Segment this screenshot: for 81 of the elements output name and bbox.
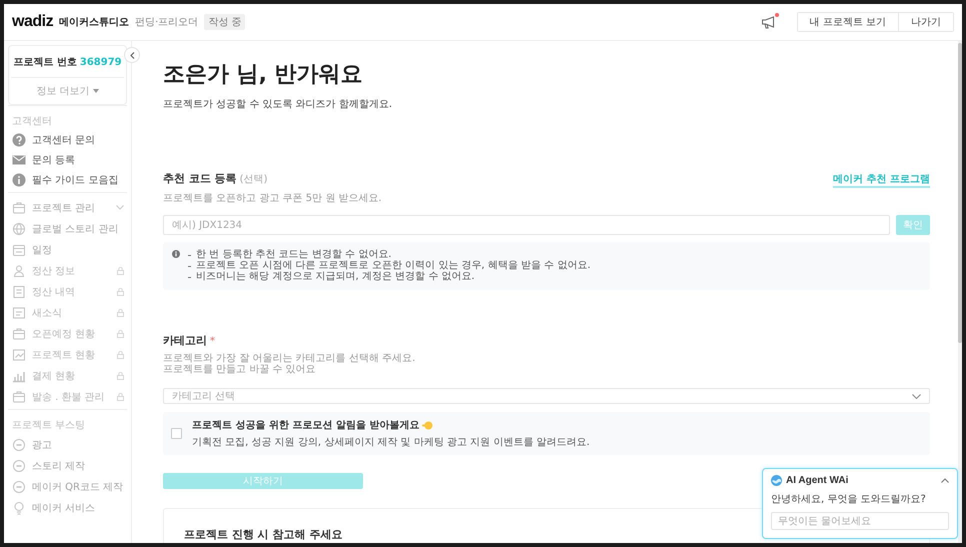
lock-icon bbox=[117, 308, 124, 316]
section-description: 프로젝트를 오픈하고 광고 쿠폰 5만 원 받으세요. bbox=[163, 193, 383, 204]
program-link[interactable]: 메이커 추천 프로그램 bbox=[833, 172, 930, 188]
scrollbar[interactable] bbox=[958, 43, 962, 343]
notice-text: 한 번 등록한 추천 코드는 변경할 수 없어요. bbox=[196, 250, 392, 260]
sidebar-item[interactable]: 정산 내역 bbox=[8, 281, 127, 302]
lock-icon bbox=[117, 330, 124, 338]
sidebar-item[interactable]: 스토리 제작 bbox=[8, 455, 127, 476]
sidebar-item[interactable]: 새소식 bbox=[8, 302, 127, 323]
sidebar-item[interactable]: 프로젝트 현황 bbox=[8, 344, 127, 365]
section-title: 고객센터 bbox=[11, 115, 53, 129]
sidebar-item[interactable]: 프로젝트 관리 bbox=[8, 197, 127, 218]
collapse-icon[interactable] bbox=[941, 478, 949, 483]
header-button[interactable]: 나가기 bbox=[898, 13, 953, 31]
section-heading: 카테고리 bbox=[163, 333, 207, 348]
globe-icon bbox=[12, 222, 26, 236]
project-number: 368979 bbox=[80, 56, 122, 68]
square-icon bbox=[12, 306, 26, 320]
sidebar-item[interactable]: 광고 bbox=[8, 434, 127, 455]
notice-text: 프로젝트 오픈 시점에 다른 프로젝트로 오픈한 이력이 있는 경우, 혜택을 받을 수 없어요. bbox=[196, 261, 591, 271]
mail-icon bbox=[12, 153, 26, 167]
box-icon bbox=[12, 326, 26, 340]
circle-icon bbox=[12, 480, 26, 494]
project-type: 펀딩·프리오더 bbox=[135, 16, 198, 29]
info-icon bbox=[172, 250, 180, 258]
studio-name: 메이커스튜디오 bbox=[59, 16, 130, 29]
lock-icon bbox=[117, 288, 124, 296]
required-mark: * bbox=[210, 336, 215, 347]
optional-label: (선택) bbox=[240, 173, 268, 186]
chart-icon bbox=[12, 348, 26, 362]
info-icon bbox=[12, 173, 26, 187]
checkbox[interactable] bbox=[171, 428, 182, 439]
calendar-icon bbox=[12, 242, 26, 256]
sidebar-item[interactable]: 고객센터 문의 bbox=[8, 130, 127, 150]
category-select[interactable]: 카테고리 선택 bbox=[163, 388, 930, 404]
sidebar-item[interactable]: 필수 가이드 모음집 bbox=[8, 170, 127, 190]
sidebar-item[interactable]: 메이커 QR코드 제작 bbox=[8, 476, 127, 497]
box-icon bbox=[12, 200, 26, 214]
lock-icon bbox=[117, 392, 124, 400]
sidebar-item[interactable]: 발송 . 환불 관리 bbox=[8, 386, 127, 407]
sidebar-item[interactable]: 결제 현황 bbox=[8, 365, 127, 386]
sidebar-item[interactable]: 오픈예정 현황 bbox=[8, 323, 127, 344]
section-title: 프로젝트 부스팅 bbox=[11, 419, 86, 433]
sidebar-item[interactable]: 정산 정보 bbox=[8, 260, 127, 281]
chevron-icon bbox=[912, 394, 921, 398]
section-description: 프로젝트와 가장 잘 어울리는 카테고리를 선택해 주세요. 프로젝트를 만들고 바꿀 수 있어요 bbox=[163, 353, 416, 375]
subtitle: 프로젝트가 성공할 수 있도록 와디즈가 함께할게요. bbox=[163, 98, 394, 111]
lock-icon bbox=[117, 350, 124, 358]
logo[interactable]: wadiz bbox=[12, 13, 54, 31]
sidebar-item[interactable]: 문의 등록 bbox=[8, 150, 127, 170]
person-icon bbox=[12, 264, 26, 278]
sidebar-item[interactable]: 글로벌 스토리 관리 bbox=[8, 218, 127, 239]
chevron-icon bbox=[116, 205, 124, 210]
sidebar-item[interactable]: 메이커 서비스 bbox=[8, 497, 127, 518]
sidebar-item[interactable]: 일정 bbox=[8, 239, 127, 260]
triangle-icon bbox=[92, 89, 99, 93]
chat-greeting: 안녕하세요, 무엇을 도와드릴까요? bbox=[771, 493, 927, 506]
status-badge: 작성 중 bbox=[204, 14, 246, 30]
circle-icon bbox=[12, 438, 26, 452]
more-info-button[interactable]: 정보 더보기 bbox=[36, 84, 99, 98]
lock-icon bbox=[117, 266, 124, 274]
chevron-icon bbox=[130, 52, 134, 58]
notice-text: 비즈머니는 해당 계정으로 지급되며, 계정은 변경할 수 없어요. bbox=[196, 272, 475, 282]
promotion-description: 기획전 모집, 성공 지원 강의, 상세페이지 제작 및 마케팅 광고 지원 이벤트를 알려드려요. bbox=[192, 436, 590, 449]
guide-title: 프로젝트 진행 시 참고해 주세요 bbox=[184, 527, 344, 542]
receipt-icon bbox=[12, 284, 26, 298]
question-icon bbox=[12, 133, 26, 147]
agent-logo-icon bbox=[771, 475, 782, 486]
project-number-label: 프로젝트 번호 bbox=[13, 56, 77, 69]
circle-icon bbox=[12, 458, 26, 472]
chat-input[interactable]: 무엇이든 물어보세요 bbox=[771, 512, 949, 530]
section-heading: 추천 코드 등록 bbox=[163, 171, 237, 186]
collapse-button[interactable] bbox=[124, 47, 140, 63]
megaphone-icon[interactable] bbox=[760, 15, 777, 29]
promotion-title: 프로젝트 성공을 위한 프로모션 알림을 받아볼게요 bbox=[192, 419, 420, 432]
greeting-title: 조은가 님, 반가워요 bbox=[163, 61, 364, 89]
chat-title: AI Agent WAi bbox=[786, 475, 850, 486]
box-icon bbox=[12, 390, 26, 404]
lock-icon bbox=[117, 372, 124, 380]
referral-code-field[interactable]: 예시) JDX1234 bbox=[163, 215, 890, 235]
bulb-icon bbox=[12, 500, 26, 514]
